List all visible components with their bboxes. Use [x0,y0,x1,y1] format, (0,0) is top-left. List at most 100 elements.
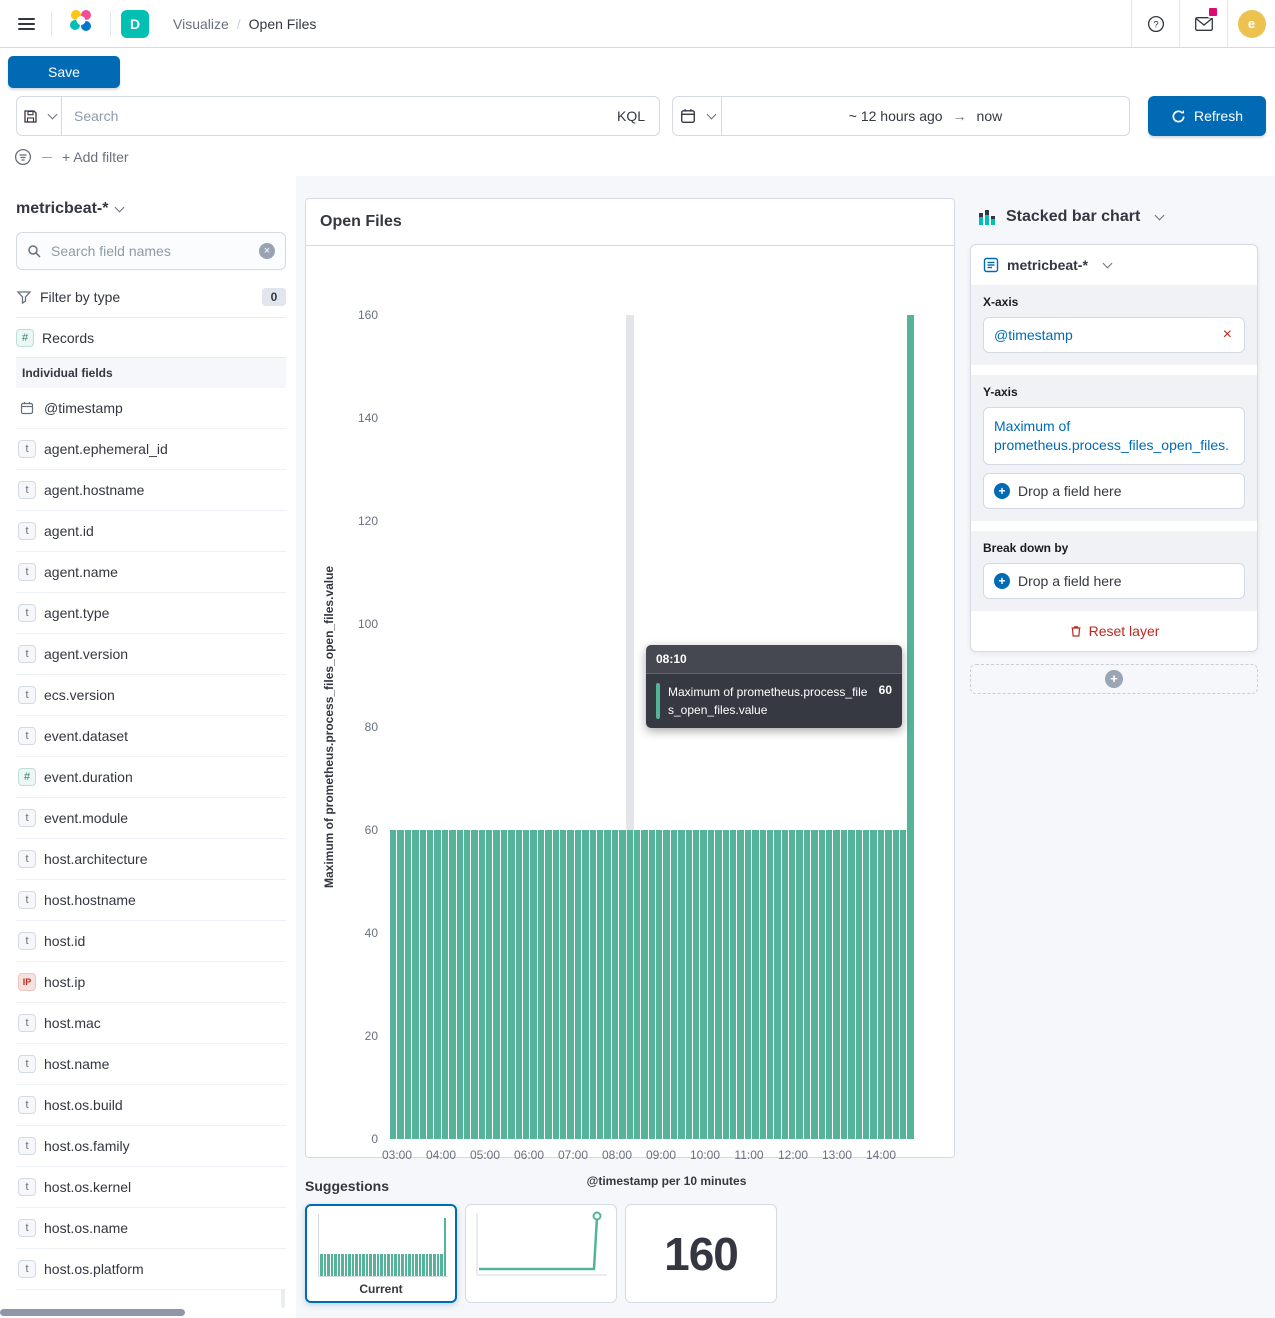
bar[interactable] [479,830,485,1139]
bar[interactable] [693,830,699,1139]
horizontal-scrollbar[interactable] [0,1309,185,1316]
y-axis-dimension[interactable]: Maximum of prometheus.process_files_open… [983,407,1245,465]
search-input[interactable] [62,108,603,124]
date-picker-menu-button[interactable] [672,96,722,136]
bar[interactable] [819,830,825,1139]
bar[interactable] [575,830,581,1139]
bar[interactable] [663,830,669,1139]
bar[interactable] [656,830,662,1139]
user-menu-button[interactable]: e [1227,0,1275,47]
y-axis-drop-target[interactable]: + Drop a field here [983,473,1245,509]
bar[interactable] [752,830,758,1139]
bar[interactable] [856,830,862,1139]
bar[interactable] [597,830,603,1139]
bar[interactable] [405,830,411,1139]
bar[interactable] [634,830,640,1139]
bar[interactable] [493,830,499,1139]
bar[interactable] [671,830,677,1139]
bar[interactable] [434,830,440,1139]
field-item[interactable]: tagent.type [16,593,286,634]
records-field-item[interactable]: # Records [16,318,286,358]
bar[interactable] [567,830,573,1139]
menu-button[interactable] [12,9,41,39]
field-item[interactable]: thost.os.family [16,1126,286,1167]
bar[interactable] [848,830,854,1139]
time-range-start[interactable]: ~ 12 hours ago [849,108,943,124]
bar[interactable] [715,830,721,1139]
index-pattern-switcher[interactable]: metricbeat-* [16,196,286,232]
field-item[interactable]: thost.os.build [16,1085,286,1126]
refresh-button[interactable]: Refresh [1148,96,1266,136]
bar[interactable] [700,830,706,1139]
bar[interactable] [878,830,884,1139]
bar[interactable] [508,830,514,1139]
suggestion-current[interactable]: Current [305,1204,457,1303]
bar[interactable] [427,830,433,1139]
field-item[interactable]: tagent.ephemeral_id [16,429,286,470]
field-item[interactable]: #event.duration [16,757,286,798]
bar[interactable] [686,830,692,1139]
bar[interactable] [737,830,743,1139]
bar[interactable] [708,830,714,1139]
bar[interactable] [390,830,396,1139]
bar[interactable] [604,830,610,1139]
bar[interactable] [789,830,795,1139]
bar[interactable] [523,830,529,1139]
field-search-input[interactable] [49,242,251,260]
suggestion-line-chart[interactable] [465,1204,617,1303]
bar[interactable] [619,830,625,1139]
bar[interactable] [841,830,847,1139]
bar[interactable] [804,830,810,1139]
kql-language-button[interactable]: KQL [603,108,659,124]
suggestion-metric[interactable]: 160 [625,1204,777,1303]
bar[interactable] [545,830,551,1139]
help-button[interactable]: ? [1131,0,1179,47]
bar[interactable] [464,830,470,1139]
bar[interactable] [678,830,684,1139]
bar[interactable] [893,830,899,1139]
bar[interactable] [885,830,891,1139]
bar[interactable] [833,830,839,1139]
bar[interactable] [560,830,566,1139]
bar[interactable] [457,830,463,1139]
field-item[interactable]: thost.architecture [16,839,286,880]
bar[interactable] [767,830,773,1139]
bar[interactable] [486,830,492,1139]
saved-query-menu-button[interactable] [16,96,62,136]
field-item[interactable]: thost.os.kernel [16,1167,286,1208]
field-item[interactable]: thost.os.name [16,1208,286,1249]
x-axis-dimension[interactable]: @timestamp × [983,317,1245,353]
bar[interactable] [553,830,559,1139]
bar[interactable] [907,315,913,1139]
elastic-logo[interactable] [62,2,100,45]
field-item[interactable]: tagent.hostname [16,470,286,511]
chart-type-switcher[interactable]: Stacked bar chart [970,198,1258,228]
filter-by-type-button[interactable]: Filter by type 0 [16,276,286,318]
field-item[interactable]: thost.mac [16,1003,286,1044]
bar[interactable] [420,830,426,1139]
bar[interactable] [449,830,455,1139]
add-layer-button[interactable]: + [970,664,1258,694]
bar[interactable] [796,830,802,1139]
clear-search-button[interactable]: × [259,243,275,259]
newsfeed-button[interactable] [1179,0,1227,47]
breakdown-drop-target[interactable]: + Drop a field here [983,563,1245,599]
bar[interactable] [745,830,751,1139]
add-filter-button[interactable]: + Add filter [62,149,129,165]
bar[interactable] [471,830,477,1139]
bar[interactable] [442,830,448,1139]
field-item[interactable]: thost.os.platform [16,1249,286,1290]
bar[interactable] [863,830,869,1139]
remove-dimension-icon[interactable]: × [1221,327,1234,343]
field-item[interactable]: IPhost.ip [16,962,286,1003]
bar[interactable] [641,830,647,1139]
bar[interactable] [627,830,633,1139]
bar[interactable] [811,830,817,1139]
reset-layer-button[interactable]: Reset layer [971,611,1257,651]
breadcrumb-visualize[interactable]: Visualize [173,16,229,32]
bar[interactable] [612,830,618,1139]
time-range-picker[interactable]: ~ 12 hours ago → now [722,96,1130,136]
bar[interactable] [516,830,522,1139]
bar[interactable] [774,830,780,1139]
field-item[interactable]: tevent.dataset [16,716,286,757]
